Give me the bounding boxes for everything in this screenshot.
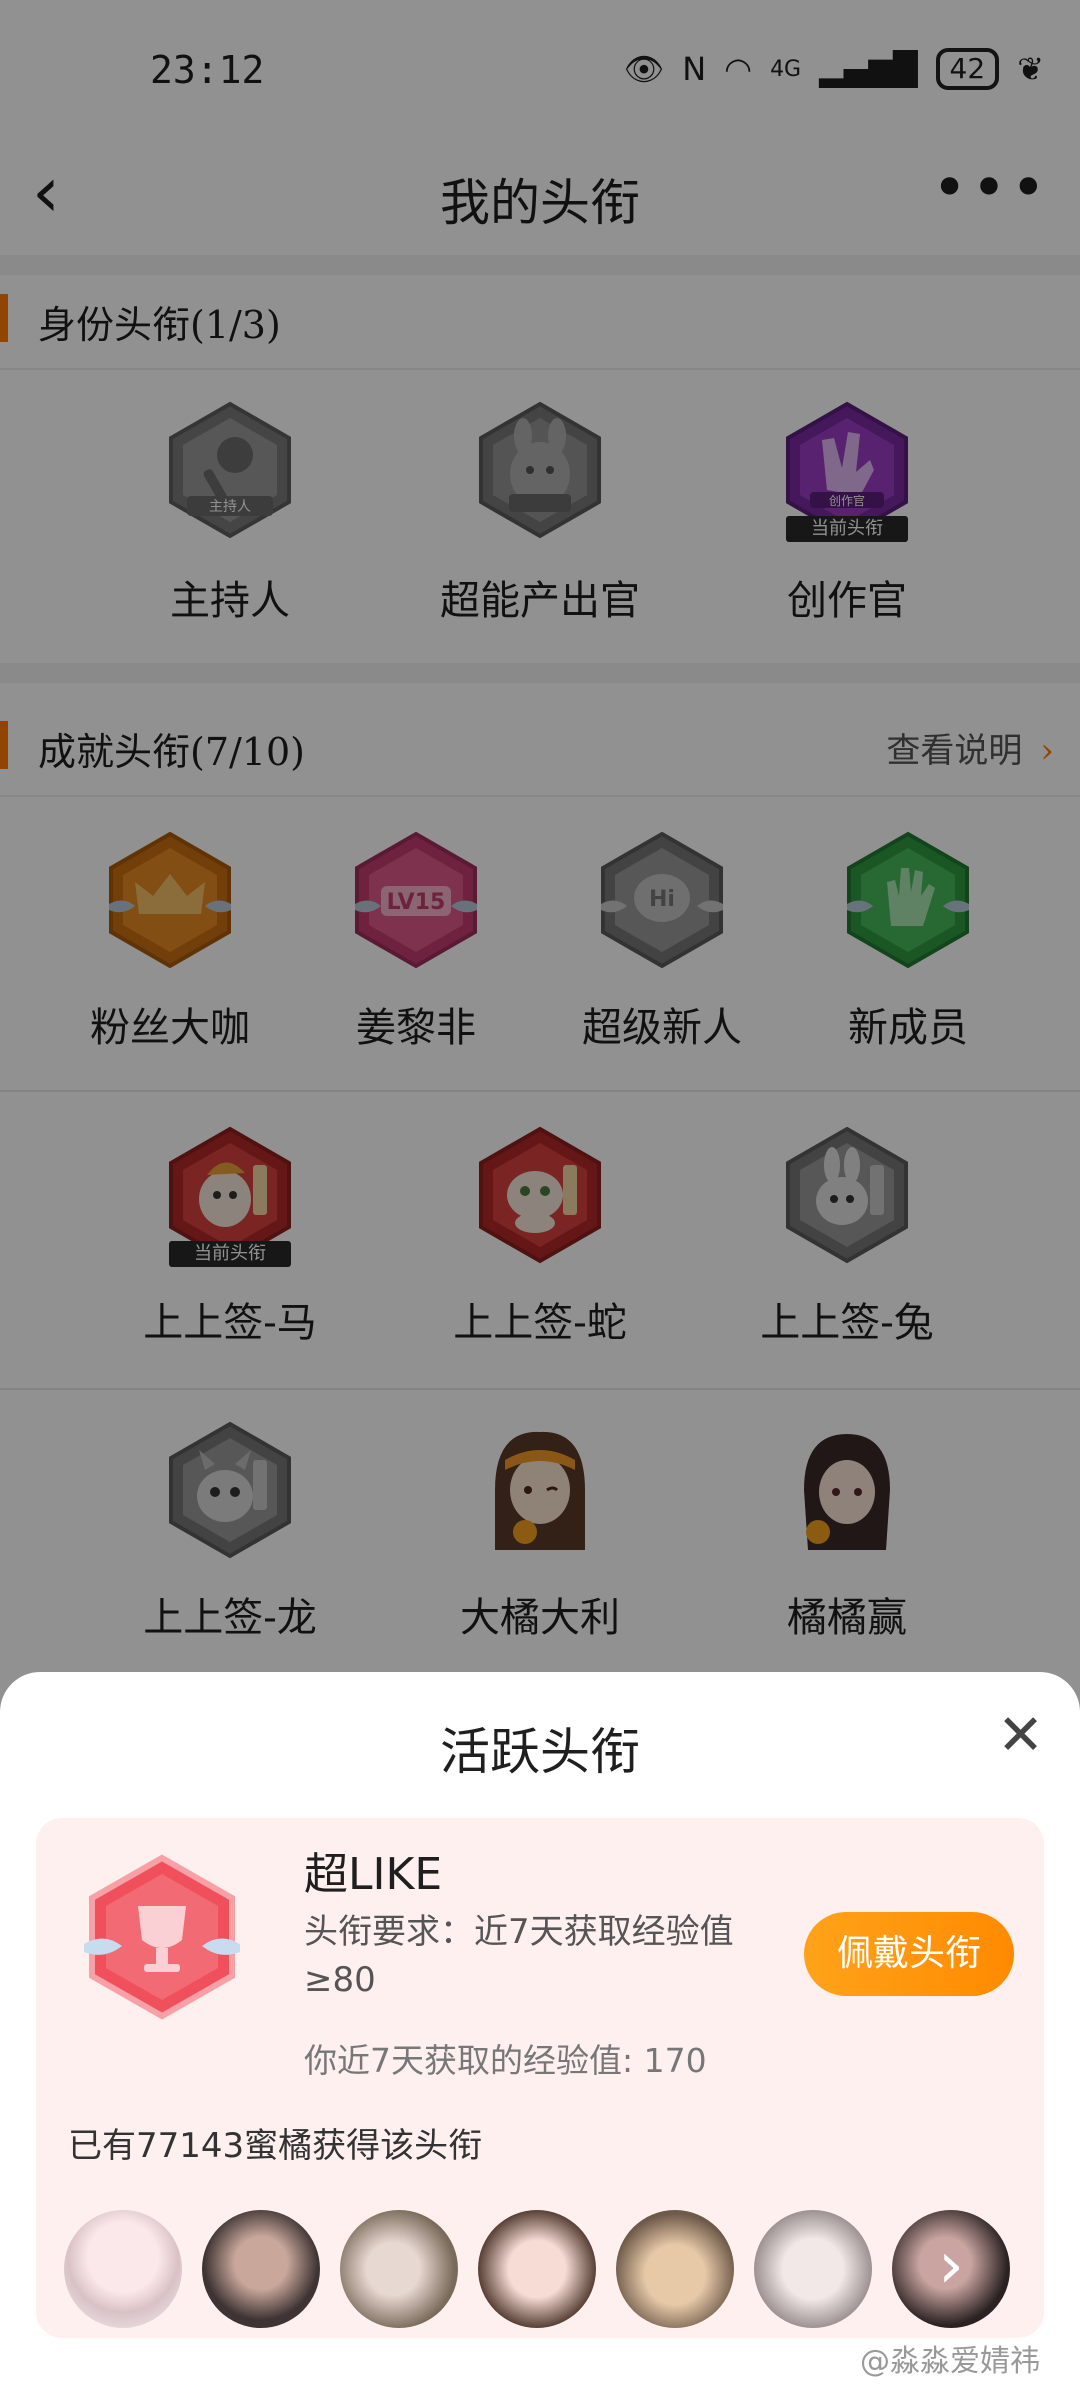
- wear-title-button[interactable]: 佩戴头衔: [804, 1912, 1014, 1996]
- close-icon[interactable]: ✕: [997, 1708, 1044, 1764]
- avatar[interactable]: [64, 2210, 182, 2328]
- sheet-title: 活跃头衔: [440, 1723, 640, 1781]
- watermark: @淼淼爱婧祎: [860, 2344, 1040, 2379]
- owner-avatar-list: ›: [64, 2210, 1044, 2330]
- owners-count: 已有77143蜜橘获得该头衔: [68, 2126, 483, 2166]
- avatar[interactable]: [616, 2210, 734, 2328]
- avatar[interactable]: [202, 2210, 320, 2328]
- trophy-badge-icon: [82, 1852, 242, 2022]
- title-detail-sheet: 活跃头衔 ✕ 超LIKE 头衔要求：近7天获取经验值≥80 你近7天获取的经验值…: [0, 1672, 1080, 2400]
- title-card: 超LIKE 头衔要求：近7天获取经验值≥80 你近7天获取的经验值: 170 佩…: [36, 1818, 1044, 2338]
- user-experience: 你近7天获取的经验值: 170: [304, 2041, 707, 2080]
- chevron-right-icon[interactable]: ›: [892, 2210, 1010, 2328]
- avatar-more[interactable]: ›: [892, 2210, 1010, 2328]
- avatar[interactable]: [478, 2210, 596, 2328]
- avatar[interactable]: [754, 2210, 872, 2328]
- title-name: 超LIKE: [304, 1849, 443, 1900]
- title-requirement: 头衔要求：近7天获取经验值≥80: [304, 1912, 734, 2000]
- avatar[interactable]: [340, 2210, 458, 2328]
